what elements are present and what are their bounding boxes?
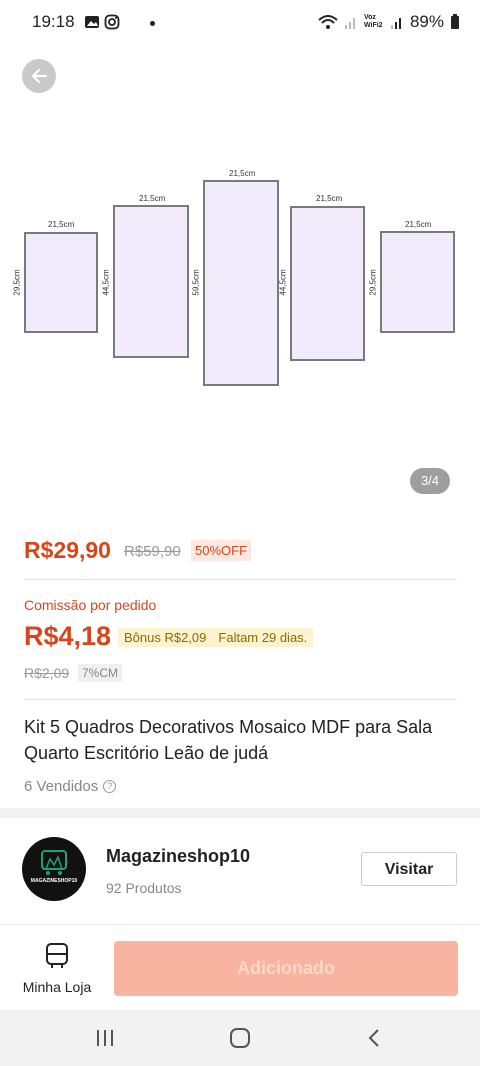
mosaic-panel: [380, 231, 455, 333]
store-product-count: 92 Produtos: [106, 880, 182, 896]
mosaic-panel: [290, 206, 365, 361]
product-title: Kit 5 Quadros Decorativos Mosaico MDF pa…: [24, 717, 433, 763]
sold-count: 6 Vendidos ?: [24, 778, 117, 795]
panel-height-label: 44,5cm: [101, 269, 111, 296]
panel-width-label: 21,5cm: [316, 194, 343, 203]
original-price: R$59,90: [124, 543, 181, 560]
panel-height-label: 29,5cm: [12, 269, 22, 296]
panel-height-label: 29,5cm: [368, 269, 378, 296]
bonus-remaining: Faltam 29 dias.: [218, 630, 308, 645]
divider: [24, 579, 457, 580]
image-counter: 3/4: [410, 468, 450, 494]
commission-old-value: R$2,09: [24, 665, 70, 681]
commission-rate-badge: 7%CM: [78, 664, 123, 682]
signal-icon: [344, 18, 355, 29]
current-price: R$29,90: [24, 537, 111, 563]
battery-level: 89%: [409, 12, 444, 31]
my-shop-label: Minha Loja: [22, 979, 92, 995]
bonus-text: Bônus R$2,09: [124, 630, 207, 645]
notification-dot: [150, 21, 155, 26]
bonus-badge: Bônus R$2,09 Faltam 29 dias.: [118, 628, 314, 647]
system-nav-bar: [0, 1010, 480, 1066]
commission-label: Comissão por pedido: [24, 597, 157, 613]
back-nav-icon[interactable]: [366, 1028, 382, 1048]
network-label: Voz WiFi2: [363, 14, 383, 29]
added-button[interactable]: Adicionado: [114, 941, 458, 996]
section-divider: [0, 808, 480, 818]
panel-width-label: 21,5cm: [229, 169, 256, 178]
discount-badge: 50%OFF: [191, 540, 252, 561]
panel-height-label: 44,5cm: [278, 269, 288, 296]
panel-width-label: 21,5cm: [139, 194, 166, 203]
store-avatar[interactable]: MAGAZINESHOP10: [22, 837, 86, 901]
status-time: 19:18: [32, 12, 75, 31]
status-bar: 19:18 Voz WiFi2 89%: [0, 0, 480, 46]
divider: [24, 699, 457, 700]
store-logo-text: MAGAZINESHOP10: [30, 878, 78, 884]
commission-value: R$4,18: [24, 621, 112, 651]
back-button[interactable]: [22, 59, 56, 93]
gallery-icon: [85, 16, 99, 28]
store-logo-icon: [41, 850, 67, 875]
mosaic-panel: [113, 205, 189, 358]
help-icon[interactable]: ?: [103, 780, 117, 793]
battery-icon: [451, 14, 459, 29]
panel-width-label: 21,5cm: [405, 220, 432, 229]
panel-height-label: 59,5cm: [191, 269, 201, 296]
status-right: Voz WiFi2 89%: [318, 12, 460, 32]
sold-text: 6 Vendidos: [24, 778, 99, 795]
signal-icon-2: [390, 18, 401, 29]
mosaic-panel: [24, 232, 98, 333]
my-shop-button[interactable]: Minha Loja: [18, 942, 96, 995]
recent-apps-icon[interactable]: [95, 1028, 115, 1048]
arrow-left-icon: [31, 68, 48, 84]
store-name[interactable]: Magazineshop10: [106, 846, 250, 867]
wifi-icon: [318, 15, 338, 29]
panel-width-label: 21,5cm: [48, 220, 75, 229]
home-icon[interactable]: [229, 1027, 251, 1049]
store-icon: [46, 943, 68, 968]
divider: [0, 924, 480, 925]
instagram-icon: [104, 14, 120, 30]
mosaic-panel: [203, 180, 279, 386]
visit-store-button[interactable]: Visitar: [361, 852, 457, 886]
